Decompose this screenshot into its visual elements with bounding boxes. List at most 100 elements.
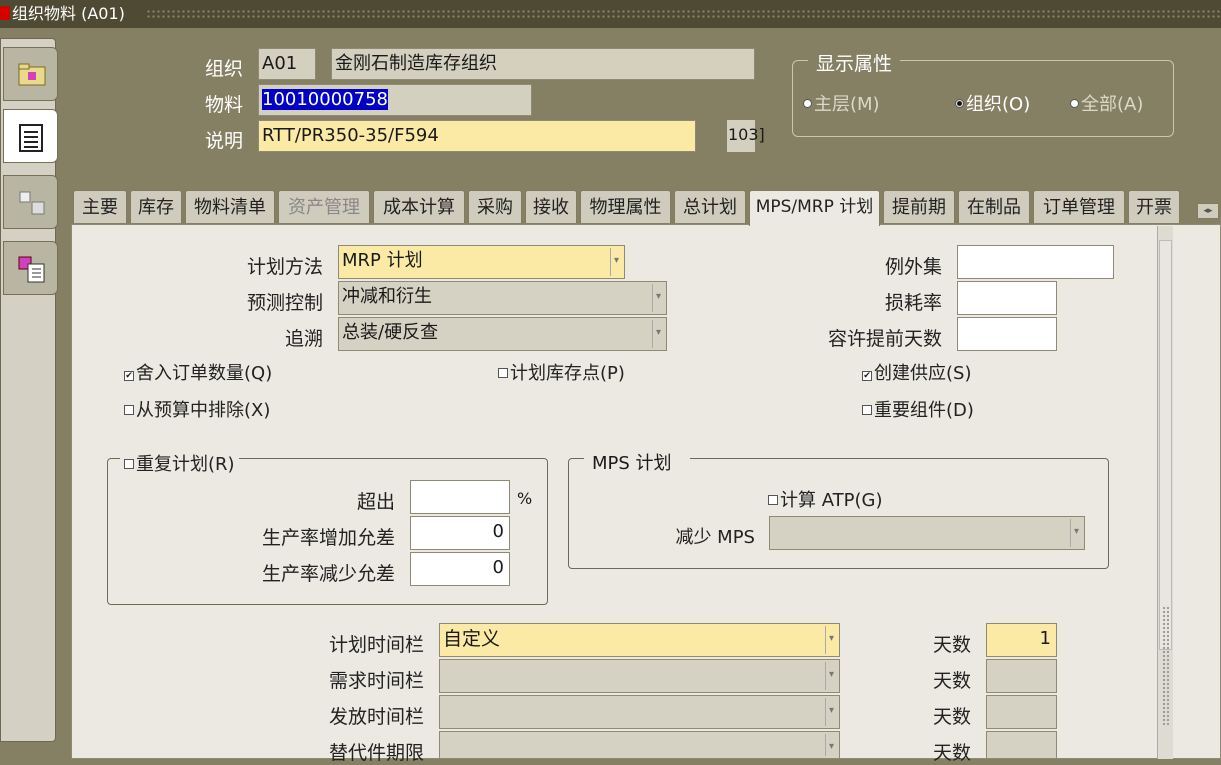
rate-increase-label: 生产率增加允差	[261, 527, 395, 549]
radio-org-level[interactable]: 组织(O)	[955, 90, 1030, 116]
exception-set-field[interactable]	[957, 245, 1114, 279]
item-label: 物料	[205, 94, 244, 116]
checkbox-box: ✔	[862, 371, 872, 381]
tab-lead-times[interactable]: 提前期	[883, 190, 955, 223]
planning-days-label: 天数	[932, 634, 971, 656]
item-field[interactable]: 10010000758	[258, 84, 532, 116]
tab-mps-mrp-planning[interactable]: MPS/MRP 计划	[749, 190, 880, 226]
chevron-down-icon: ▾	[652, 320, 664, 348]
item-attributes-icon	[18, 256, 45, 283]
rate-increase-field[interactable]: 0	[410, 516, 510, 550]
rate-decrease-field[interactable]: 0	[410, 552, 510, 586]
round-order-checkbox[interactable]: ✔ 舍入订单数量(Q)	[124, 359, 272, 385]
planned-inventory-point-checkbox[interactable]: 计划库存点(P)	[498, 359, 625, 385]
demand-time-fence-select[interactable]: ▾	[439, 659, 840, 693]
exclude-budget-checkbox[interactable]: 从预算中排除(X)	[124, 396, 270, 422]
checkbox-box	[768, 495, 778, 505]
chevron-down-icon: ▾	[1070, 519, 1082, 547]
tab-inventory[interactable]: 库存	[130, 190, 182, 223]
checkbox-box	[124, 405, 134, 415]
radio-master-level[interactable]: 主层(M)	[803, 90, 880, 116]
tab-general-planning[interactable]: 总计划	[674, 190, 746, 223]
tab-costing[interactable]: 成本计算	[373, 190, 465, 223]
planning-time-fence-select[interactable]: 自定义 ▾	[439, 623, 840, 657]
calculate-atp-checkbox[interactable]: 计算 ATP(G)	[768, 486, 882, 512]
vertical-scrollbar[interactable]	[1157, 226, 1173, 759]
window-titlebar: 组织物料 (A01)	[0, 0, 1221, 28]
oracle-logo-icon	[0, 6, 10, 20]
repetitive-planning-title: 重复计划(R)	[136, 454, 235, 475]
checkbox-label: 从预算中排除(X)	[136, 400, 271, 421]
folder-tool-button[interactable]	[3, 47, 58, 101]
release-time-fence-select[interactable]: ▾	[439, 695, 840, 729]
description-field[interactable]: RTT/PR350-35/F594	[258, 120, 696, 152]
tab-bom[interactable]: 物料清单	[185, 190, 275, 223]
tab-invoicing[interactable]: 开票	[1128, 190, 1180, 223]
forecast-control-label: 预测控制	[246, 292, 323, 314]
tab-scroll-arrows[interactable]: ◂▸	[1197, 203, 1219, 219]
planning-days-field[interactable]: 1	[986, 623, 1057, 657]
checkbox-label: 舍入订单数量(Q)	[136, 363, 273, 384]
critical-component-checkbox[interactable]: 重要组件(D)	[862, 396, 974, 422]
chevron-down-icon: ▾	[825, 734, 837, 756]
shrinkage-rate-field[interactable]	[957, 281, 1057, 315]
attributes-tool-button[interactable]	[3, 241, 58, 295]
shrinkage-rate-label: 损耗率	[884, 292, 942, 314]
pegging-value: 总装/硬反查	[342, 322, 439, 343]
substitution-days-field	[986, 731, 1057, 759]
document-tool-button[interactable]	[3, 109, 58, 163]
checkbox-label: 计划库存点(P)	[510, 363, 625, 384]
release-days-field	[986, 695, 1057, 729]
demand-days-field	[986, 659, 1057, 693]
checkbox-box	[124, 459, 134, 469]
org-name-field[interactable]: 金刚石制造库存组织	[331, 48, 755, 80]
window-title: 组织物料 (A01)	[12, 4, 125, 23]
desc-label: 说明	[205, 130, 244, 152]
reduce-mps-select[interactable]: ▾	[769, 516, 1085, 550]
planning-time-fence-label: 计划时间栏	[328, 634, 424, 656]
tab-order-management[interactable]: 订单管理	[1033, 190, 1125, 223]
radio-dot	[803, 99, 812, 108]
tab-physical-attributes[interactable]: 物理属性	[580, 190, 671, 223]
substitution-window-select[interactable]: ▾	[439, 731, 840, 759]
org-code-field[interactable]: A01	[258, 48, 316, 80]
repetitive-planning-checkbox[interactable]: 重复计划(R)	[120, 450, 239, 476]
scrollbar-grip	[1162, 606, 1169, 726]
tab-receiving[interactable]: 接收	[525, 190, 577, 223]
chevron-down-icon: ▾	[610, 248, 622, 276]
document-list-icon	[19, 124, 43, 152]
planning-method-value: MRP 计划	[342, 250, 423, 271]
planning-time-fence-value: 自定义	[443, 628, 501, 650]
release-time-fence-label: 发放时间栏	[328, 706, 424, 728]
create-supply-checkbox[interactable]: ✔ 创建供应(S)	[862, 359, 971, 385]
radio-label: 主层(M)	[814, 94, 880, 115]
description-extra-field[interactable]: 103]	[727, 120, 765, 152]
mps-planning-title: MPS 计划	[584, 449, 690, 475]
scrollbar-thumb[interactable]	[1159, 240, 1172, 650]
overrun-label: 超出	[356, 491, 395, 513]
radio-label: 全部(A)	[1081, 94, 1144, 115]
checkbox-box	[862, 405, 872, 415]
acceptable-early-days-label: 容许提前天数	[827, 328, 942, 350]
demand-days-label: 天数	[932, 670, 971, 692]
tab-wip[interactable]: 在制品	[958, 190, 1030, 223]
pegging-label: 追溯	[284, 328, 323, 350]
planning-method-label: 计划方法	[246, 256, 323, 278]
radio-label: 组织(O)	[966, 94, 1031, 115]
forecast-control-select[interactable]: 冲减和衍生 ▾	[338, 281, 667, 315]
radio-all-levels[interactable]: 全部(A)	[1070, 90, 1143, 116]
items-tool-button[interactable]	[3, 175, 58, 229]
checkbox-label: 创建供应(S)	[874, 363, 972, 384]
planning-method-select[interactable]: MRP 计划 ▾	[338, 245, 625, 279]
item-value: 10010000758	[262, 89, 388, 110]
checkbox-label: 重要组件(D)	[874, 400, 974, 421]
release-days-label: 天数	[932, 706, 971, 728]
tab-asset-management: 资产管理	[278, 190, 370, 223]
pegging-select[interactable]: 总装/硬反查 ▾	[338, 317, 667, 351]
tab-main[interactable]: 主要	[73, 190, 127, 223]
org-label: 组织	[205, 58, 244, 80]
overrun-field[interactable]	[410, 480, 510, 514]
acceptable-early-days-field[interactable]	[957, 317, 1057, 351]
titlebar-pattern	[146, 9, 1221, 19]
tab-purchasing[interactable]: 采购	[468, 190, 522, 223]
